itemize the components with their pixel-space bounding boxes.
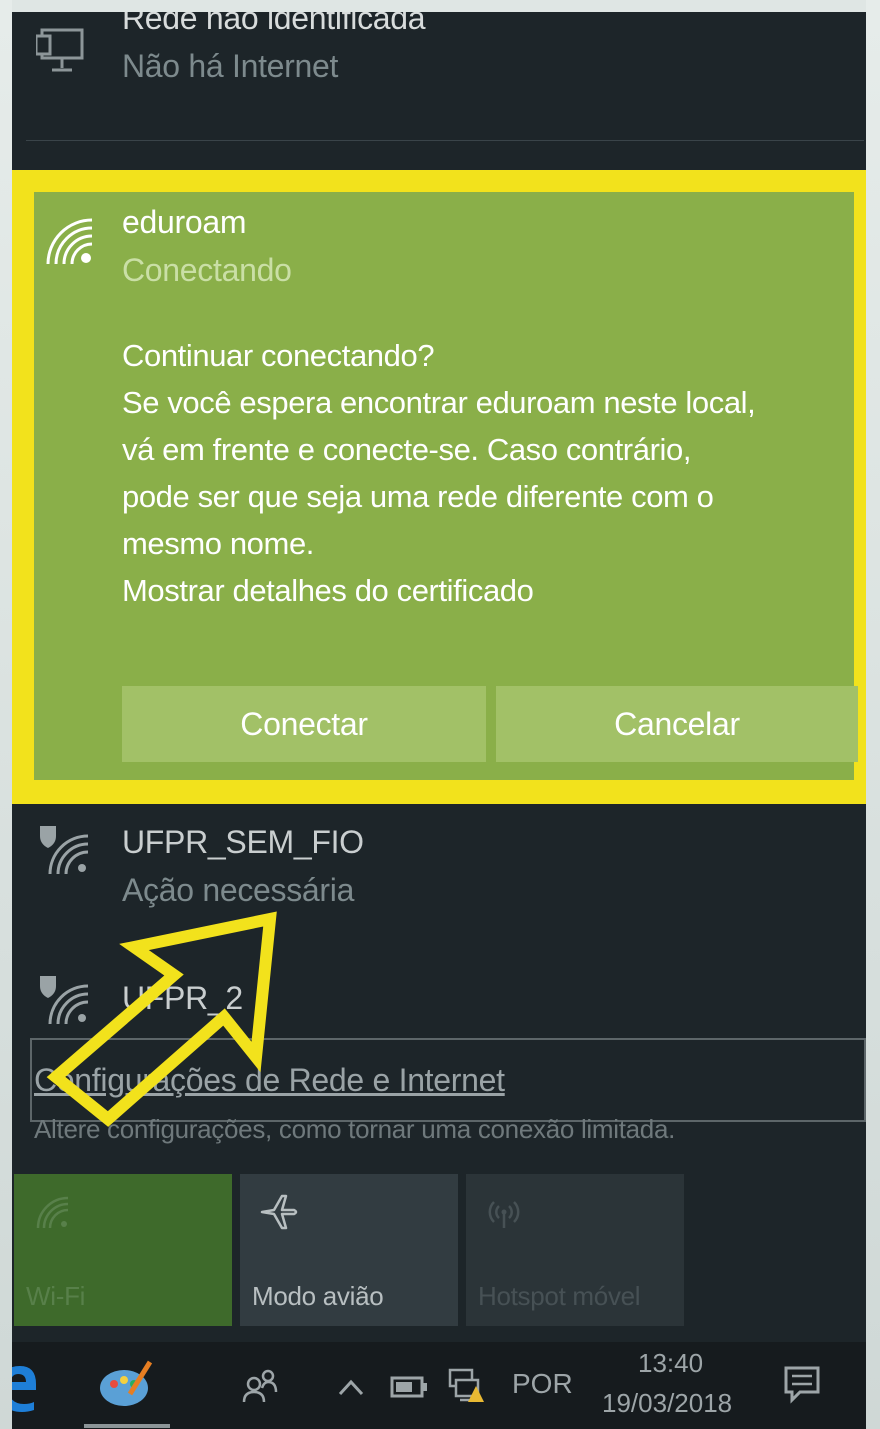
prompt-line: pode ser que seja uma rede diferente com… <box>122 479 714 514</box>
background-right <box>866 0 880 1429</box>
wifi-toggle-tile[interactable]: Wi-Fi <box>14 1174 232 1326</box>
wifi-icon <box>36 1196 69 1229</box>
chevron-up-icon[interactable] <box>336 1372 366 1402</box>
battery-icon[interactable] <box>390 1372 430 1402</box>
network-flyout: Rede não identificada Não há Internet ed… <box>12 12 866 1429</box>
prompt-line: vá em frente e conecte-se. Caso contrári… <box>122 432 692 467</box>
network-status: Ação necessária <box>122 872 355 908</box>
tile-label: Modo avião <box>252 1281 384 1311</box>
connection-prompt: Continuar conectando? Se você espera enc… <box>122 332 852 614</box>
people-icon[interactable] <box>240 1366 280 1406</box>
divider <box>26 140 864 141</box>
network-item-eduroam[interactable]: eduroam Conectando Continuar conectando?… <box>34 192 858 780</box>
wifi-secured-icon <box>40 826 89 875</box>
paint-app-icon[interactable] <box>96 1354 156 1414</box>
prompt-line: mesmo nome. <box>122 526 314 561</box>
background-left <box>0 0 12 1429</box>
tile-label: Hotspot móvel <box>478 1281 641 1311</box>
network-status: Não há Internet <box>122 48 339 84</box>
prompt-question: Continuar conectando? <box>122 338 435 373</box>
active-app-indicator <box>84 1424 170 1428</box>
taskbar: POR 13:40 19/03/2018 <box>12 1342 866 1429</box>
annotation-arrow-icon <box>46 911 277 1127</box>
network-ssid: UFPR_SEM_FIO <box>122 824 364 860</box>
cancel-button[interactable]: Cancelar <box>496 686 858 762</box>
prompt-line: Se você espera encontrar eduroam neste l… <box>122 385 756 420</box>
airplane-icon <box>260 1194 298 1230</box>
network-title: Rede não identificada <box>122 12 426 36</box>
network-status-icon[interactable] <box>446 1366 486 1406</box>
tile-label: Wi-Fi <box>26 1281 86 1311</box>
wifi-icon <box>46 218 93 265</box>
hotspot-icon <box>488 1201 520 1228</box>
action-center-icon[interactable] <box>782 1364 822 1404</box>
input-language-indicator[interactable]: POR <box>512 1368 573 1400</box>
edge-browser-icon[interactable] <box>12 1356 38 1416</box>
monitor-icon <box>36 28 84 72</box>
clock-date[interactable]: 19/03/2018 <box>602 1388 732 1419</box>
mobile-hotspot-tile[interactable]: Hotspot móvel <box>466 1174 684 1326</box>
clock-time[interactable]: 13:40 <box>638 1348 703 1379</box>
airplane-mode-tile[interactable]: Modo avião <box>240 1174 458 1326</box>
show-certificate-link[interactable]: Mostrar detalhes do certificado <box>122 567 852 614</box>
network-ssid: eduroam <box>122 204 247 240</box>
network-item-ufpr-sem-fio[interactable]: UFPR_SEM_FIO Ação necessária <box>12 812 866 922</box>
network-status: Conectando <box>122 252 292 288</box>
network-item-unidentified[interactable]: Rede não identificada Não há Internet <box>12 12 866 132</box>
connect-button[interactable]: Conectar <box>122 686 486 762</box>
